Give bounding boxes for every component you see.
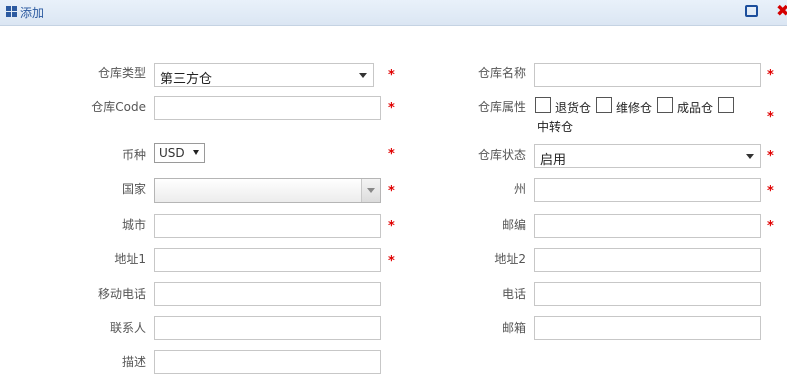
address2-input[interactable] <box>534 248 761 272</box>
required-mark: * <box>767 68 774 83</box>
required-mark: * <box>767 184 774 199</box>
email-label: 邮箱 <box>501 321 526 335</box>
country-dropdown-button[interactable] <box>361 179 380 202</box>
return-warehouse-checkbox[interactable] <box>535 97 551 113</box>
contact-input[interactable] <box>154 316 381 340</box>
email-input[interactable] <box>534 316 761 340</box>
city-label: 城市 <box>121 218 146 232</box>
warehouse-type-label: 仓库类型 <box>97 66 146 80</box>
chevron-down-icon <box>359 73 367 78</box>
description-input[interactable] <box>154 350 381 374</box>
postcode-label: 邮编 <box>501 218 526 232</box>
warehouse-type-select[interactable]: 第三方仓 <box>154 63 374 87</box>
phone-label: 电话 <box>501 287 526 301</box>
required-mark: * <box>388 254 395 269</box>
required-mark: * <box>388 101 395 116</box>
finished-goods-label: 成品仓 <box>677 101 714 115</box>
currency-value: USD <box>159 146 185 160</box>
dialog-title: 添加 <box>20 6 45 20</box>
required-mark: * <box>767 219 774 234</box>
description-label: 描述 <box>121 355 146 369</box>
warehouse-name-label: 仓库名称 <box>477 66 526 80</box>
warehouse-status-value: 启用 <box>540 153 567 168</box>
required-mark: * <box>767 149 774 164</box>
state-label: 州 <box>513 182 526 196</box>
finished-goods-checkbox[interactable] <box>657 97 673 113</box>
required-mark: * <box>388 184 395 199</box>
country-label: 国家 <box>121 182 146 196</box>
city-input[interactable] <box>154 214 381 238</box>
warehouse-type-value: 第三方仓 <box>160 72 213 87</box>
phone-input[interactable] <box>534 282 761 306</box>
contact-label: 联系人 <box>109 321 146 335</box>
warehouse-code-label: 仓库Code <box>91 100 146 114</box>
currency-select[interactable]: USD <box>154 143 205 163</box>
chevron-down-icon <box>367 188 375 193</box>
mobile-label: 移动电话 <box>97 287 146 301</box>
warehouse-code-input[interactable] <box>154 96 381 120</box>
required-mark: * <box>767 110 774 125</box>
warehouse-name-input[interactable] <box>534 63 761 87</box>
address1-input[interactable] <box>154 248 381 272</box>
postcode-input[interactable] <box>534 214 761 238</box>
currency-label: 币种 <box>121 148 146 162</box>
repair-warehouse-checkbox[interactable] <box>596 97 612 113</box>
grid-icon <box>6 6 17 17</box>
address2-label: 地址2 <box>494 252 526 266</box>
mobile-input[interactable] <box>154 282 381 306</box>
repair-warehouse-label: 维修仓 <box>616 101 653 115</box>
required-mark: * <box>388 219 395 234</box>
maximize-icon[interactable] <box>745 5 758 17</box>
required-mark: * <box>388 147 395 162</box>
return-warehouse-label: 退货仓 <box>555 101 592 115</box>
transit-warehouse-label: 中转仓 <box>537 120 574 134</box>
dialog-titlebar: 添加 ✖ <box>0 0 787 26</box>
chevron-down-icon <box>193 150 199 155</box>
warehouse-attr-label: 仓库属性 <box>477 100 526 114</box>
country-combobox[interactable] <box>154 178 381 203</box>
warehouse-status-select[interactable]: 启用 <box>534 144 761 168</box>
chevron-down-icon <box>746 154 754 159</box>
warehouse-status-label: 仓库状态 <box>477 148 526 162</box>
required-mark: * <box>388 68 395 83</box>
transit-warehouse-checkbox[interactable] <box>718 97 734 113</box>
close-icon[interactable]: ✖ <box>776 1 787 21</box>
address1-label: 地址1 <box>114 252 146 266</box>
state-input[interactable] <box>534 178 761 202</box>
